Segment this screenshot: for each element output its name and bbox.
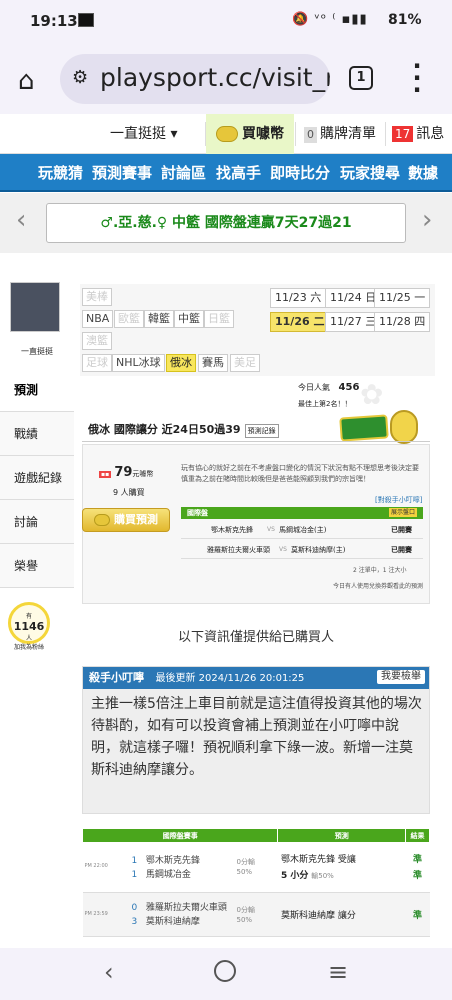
sidebar-item-discuss[interactable]: 討論 <box>0 500 74 544</box>
sport-tag[interactable]: 韓籃 <box>144 310 174 328</box>
col-header: 國際盤賽事 <box>81 828 279 843</box>
killer-tips-link[interactable]: [對殺手小叮嚀] <box>375 495 422 505</box>
home-icon[interactable]: ⌂ <box>18 66 35 96</box>
nav-item[interactable]: 討論區 <box>161 154 206 192</box>
more-menu-icon[interactable]: · · · <box>412 54 422 102</box>
sport-tag[interactable]: 賽馬 <box>198 354 228 372</box>
chevron-left-icon[interactable]: ‹ <box>16 205 26 235</box>
home-circle-icon[interactable] <box>214 960 236 982</box>
coin-icon <box>216 126 238 142</box>
user-menu[interactable]: 一直挺挺 ▾ <box>110 114 177 154</box>
table-row: PM 22:00 1 鄂木斯克先鋒 1 馬鋼城冶金 0分輸 50% 鄂木斯克先鋒… <box>82 842 430 893</box>
sport-tag[interactable]: 美棒 <box>82 288 112 306</box>
killer-tips-header: 殺手小叮嚀 最後更新 2024/11/26 20:01:25 我要檢舉 <box>83 667 429 689</box>
flower-icon: ✿ <box>360 378 384 411</box>
coin-icon <box>94 514 110 526</box>
date-tab-selected[interactable]: 11/26 二 <box>270 312 330 332</box>
popularity: 今日人氣 456 最佳上第2名！！ <box>298 382 360 408</box>
nav-item[interactable]: 預測賽事 <box>92 154 152 192</box>
username: 一直挺挺 <box>21 347 53 356</box>
report-button[interactable]: 我要檢舉 <box>377 670 425 684</box>
prediction-record-button[interactable]: 預測記錄 <box>244 424 279 438</box>
clock: 19:13 <box>30 12 78 30</box>
main-nav: 玩競猜 預測賽事 討論區 找高手 即時比分 玩家搜尋 數據 <box>0 154 452 192</box>
page-info: 2 注單中，1 注大小 <box>353 567 407 574</box>
date-tab[interactable]: 11/28 四 <box>374 312 431 332</box>
site-settings-icon[interactable]: ⚙ <box>72 67 88 88</box>
battery-level: 81% <box>388 12 422 28</box>
site-top-nav: 一直挺挺 ▾ 買噱幣 0 購牌清單 17 訊息 <box>0 114 452 154</box>
sidebar-item-games[interactable]: 遊戲紀錄 <box>0 456 74 500</box>
col-header: 預測 <box>277 828 407 843</box>
date-tab[interactable]: 11/23 六 <box>270 288 327 308</box>
nav-item[interactable]: 找高手 <box>216 154 261 192</box>
buyer-count: 9 人購買 <box>113 488 145 497</box>
sport-tag[interactable]: 歐籃 <box>114 310 144 328</box>
back-icon[interactable]: ‹ <box>104 958 114 986</box>
date-tab[interactable]: 11/25 一 <box>374 288 431 308</box>
sport-tag-selected[interactable]: 俄冰 <box>166 354 196 372</box>
browser-toolbar: ⌂ ⚙ playsport.cc/visit_m 1 · · · <box>0 44 452 114</box>
table-head: 國際盤 展示盤口 <box>181 507 423 519</box>
buy-prediction-button[interactable]: 購買預測 <box>82 508 170 532</box>
buy-coins-link[interactable]: 買噱幣 <box>206 114 294 154</box>
nav-item[interactable]: 即時比分 <box>270 154 330 192</box>
announcement-banner: ‹ ♂.亞.慈.♀ 中籃 國際盤連贏7天27過21 › <box>0 193 452 253</box>
messages-link[interactable]: 17 訊息 <box>392 114 444 154</box>
game-row: 雅羅斯拉夫爾火車頭 VS 莫斯科迪納摩(主) 已開賽 <box>181 541 423 559</box>
sidebar-item-record[interactable]: 戰績 <box>0 412 74 456</box>
price-tag-icon: ▪▪ <box>99 471 112 478</box>
sport-filter: 美棒 NBA 歐籃 韓籃 中籃 日籃 澳籃 足球 NHL冰球 俄冰 賽馬 美足 … <box>80 284 435 376</box>
killer-tips-text: 主推一樣5倍注上車目前就是這注值得投資其他的場次待斟酌，如有可以投資會補上預測並… <box>91 696 422 778</box>
price: ▪▪ 79元噱幣 <box>99 465 154 480</box>
game-row: 鄂木斯克先鋒 VS 馬鋼城冶金(主) 已開賽 <box>181 521 423 539</box>
address-bar[interactable]: ⚙ playsport.cc/visit_m <box>60 54 330 104</box>
date-tab[interactable]: 11/27 三 <box>325 312 382 332</box>
sport-tag[interactable]: 中籃 <box>174 310 204 328</box>
game-header: 俄冰 國際讓分 近24日50過39 預測記錄 <box>82 420 430 442</box>
col-header: 結果 <box>405 828 430 843</box>
predictions-table: 國際盤賽事 預測 結果 PM 22:00 1 鄂木斯克先鋒 1 馬鋼城冶金 0分… <box>81 828 430 937</box>
signal-icons: 🔕 ᵛᵒ ⁽ ▪▮▮ <box>292 12 368 27</box>
footer-note: 今日有人使用兌換券觀看此的預測 <box>333 583 424 590</box>
recents-icon[interactable]: ≡ <box>328 958 348 986</box>
buyers-only-notice: 以下資訊僅提供給已購買人 <box>177 630 334 645</box>
show-handicap-button[interactable]: 展示盤口 <box>388 508 417 517</box>
avatar[interactable] <box>10 282 60 332</box>
app-notification-icon <box>78 13 94 27</box>
banner-text[interactable]: ♂.亞.慈.♀ 中籃 國際盤連贏7天27過21 <box>46 203 406 243</box>
chevron-right-icon[interactable]: › <box>422 205 432 235</box>
nav-item[interactable]: 玩家搜尋 <box>340 154 400 192</box>
date-tab[interactable]: 11/24 日 <box>325 288 382 308</box>
tab-switcher-button[interactable]: 1 <box>349 66 373 90</box>
sport-tag[interactable]: 足球 <box>82 354 112 372</box>
sport-tag[interactable]: NBA <box>82 310 114 328</box>
purchase-list-link[interactable]: 0 購牌清單 <box>304 114 376 154</box>
table-row: PM 23:59 0 雅羅斯拉夫爾火車頭 3 莫斯科迪納摩 0分輸 50% 莫斯… <box>82 892 430 937</box>
status-bar: 19:13 🔕 ᵛᵒ ⁽ ▪▮▮ 81% <box>0 0 452 44</box>
notice-text: 玩有協心的就好之前在不考慮盤口變化的情況下狀況有點不理想思考後決定要慎重為之前在… <box>181 464 419 483</box>
sport-tag[interactable]: 日籃 <box>204 310 234 328</box>
nav-item[interactable]: 數據 <box>408 154 438 192</box>
sport-tag[interactable]: 美足 <box>230 354 260 372</box>
sidebar-item-honor[interactable]: 榮譽 <box>0 544 74 588</box>
url-text: playsport.cc/visit_m <box>100 63 330 92</box>
nav-item[interactable]: 玩競猜 <box>38 154 83 192</box>
system-nav-bar: ‹ ≡ <box>0 948 452 1000</box>
fan-bulb[interactable]: 有 1146 人加我為粉絲 <box>8 602 50 651</box>
sport-tag[interactable]: NHL冰球 <box>112 354 165 372</box>
sidebar-item-predict[interactable]: 預測 <box>0 368 74 412</box>
sport-tag[interactable]: 澳籃 <box>82 332 112 350</box>
killer-tips-panel: 殺手小叮嚀 最後更新 2024/11/26 20:01:25 我要檢舉 主推一樣… <box>82 666 430 814</box>
